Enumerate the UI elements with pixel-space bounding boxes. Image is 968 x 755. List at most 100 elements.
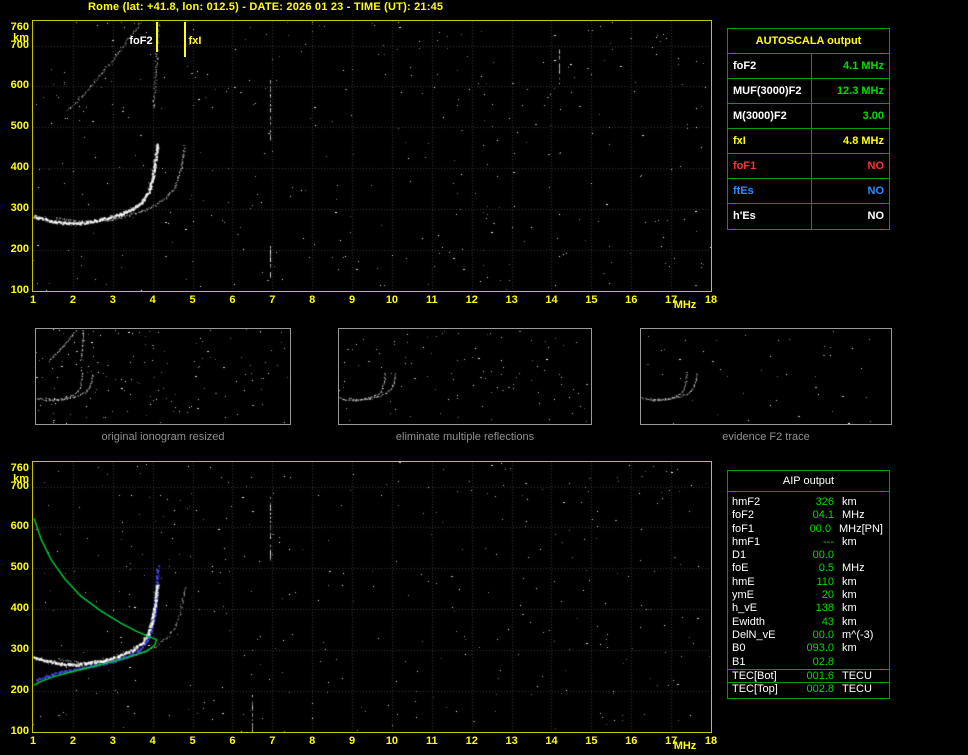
- x-axis-unit-label: MHz: [673, 299, 697, 311]
- x-axis-tick-label: 9: [348, 735, 356, 747]
- y-axis-tick-label: 500: [10, 120, 29, 133]
- param-label: B0: [732, 642, 746, 655]
- param-unit: km: [842, 535, 857, 548]
- thumbnail-eliminate-canvas: [339, 329, 591, 424]
- param-label: M(3000)F2: [728, 104, 812, 128]
- param-note: [883, 589, 885, 602]
- x-axis-tick-label: 2: [69, 294, 76, 306]
- aip-row-tec-top: TEC[Top] 002.8 TECU: [728, 682, 889, 695]
- x-axis-tick-label: 6: [229, 735, 236, 747]
- x-axis-tick-label: 5: [189, 735, 196, 747]
- param-value: 00.0: [812, 628, 834, 641]
- bottom-profile-canvas: [33, 462, 711, 732]
- param-note: [883, 642, 885, 655]
- param-value: 00.0: [812, 549, 834, 562]
- param-unit: m^(-3): [842, 628, 874, 641]
- param-unit: km: [842, 589, 857, 602]
- param-label: TEC[Top]: [732, 683, 778, 696]
- param-note: [883, 562, 885, 575]
- x-axis-tick-label: 1: [29, 735, 37, 747]
- param-value: 001.6: [806, 669, 834, 682]
- param-note: [PN]: [861, 522, 883, 535]
- x-axis-tick-label: 7: [269, 735, 276, 747]
- aip-rows: hmF2 326 km foF2 04.1 MHz foF1 00.0 MHz [PN] hm…: [728, 492, 889, 698]
- param-note: [883, 509, 885, 522]
- param-unit: km: [842, 602, 857, 615]
- aip-row-delnve: DelN_vE 00.0 m^(-3): [728, 629, 889, 642]
- autoscala-row-fxi: fxI 4.8 MHz: [728, 129, 889, 154]
- top-ionogram-canvas: [33, 21, 711, 291]
- thumbnail-caption: eliminate multiple reflections: [395, 431, 535, 443]
- thumbnail-evidence-f2: [640, 328, 892, 425]
- param-label: MUF(3000)F2: [728, 79, 812, 103]
- param-note: [883, 496, 885, 509]
- y-axis-unit-label: km: [13, 473, 29, 485]
- y-axis-tick-label: 300: [10, 643, 29, 656]
- x-axis-tick-label: 14: [545, 294, 558, 306]
- x-axis-tick-label: 18: [704, 735, 718, 747]
- aip-row-hmf2: hmF2 326 km: [728, 496, 889, 509]
- param-value: 3.00: [862, 110, 884, 122]
- param-value: 093.0: [806, 642, 834, 655]
- x-axis-tick-label: 10: [385, 294, 399, 306]
- aip-row-hve: h_vE 138 km: [728, 602, 889, 615]
- param-label: foF2: [732, 509, 755, 522]
- x-axis-tick-label: 8: [309, 735, 316, 747]
- param-value: 110: [816, 575, 834, 588]
- param-label: foF1: [732, 522, 755, 535]
- param-note: [883, 536, 885, 549]
- param-value: NO: [867, 185, 885, 197]
- x-axis-tick-label: 16: [625, 294, 638, 306]
- param-note: [883, 549, 885, 562]
- param-note: [883, 629, 885, 642]
- thumbnail-evidence-canvas: [641, 329, 891, 424]
- param-value: NO: [867, 210, 885, 222]
- param-label: ftEs: [728, 179, 812, 203]
- param-unit: TECU: [842, 669, 872, 682]
- thumbnail-caption: evidence F2 trace: [722, 431, 810, 443]
- aip-row-hme: hmE 110 km: [728, 576, 889, 589]
- x-axis-tick-label: 18: [704, 294, 718, 306]
- param-label: D1: [732, 549, 747, 562]
- param-label: DelN_vE: [732, 628, 776, 641]
- x-axis-tick-label: 9: [348, 294, 356, 306]
- param-label: TEC[Bot]: [732, 669, 777, 682]
- x-axis-tick-label: 2: [69, 735, 76, 747]
- param-label: ymE: [732, 589, 754, 602]
- param-label: foF2: [728, 54, 812, 78]
- x-axis-tick-label: 12: [465, 735, 478, 747]
- aip-row-d1: D1 00.0: [728, 549, 889, 562]
- param-label: B1: [732, 655, 746, 668]
- param-unit: MHz: [842, 562, 865, 575]
- y-axis-tick-label: 400: [10, 602, 29, 615]
- y-axis-tick-label: 400: [10, 161, 29, 174]
- param-label: foE: [732, 562, 749, 575]
- x-axis-tick-label: 8: [309, 294, 316, 306]
- param-note: [883, 602, 885, 615]
- aip-output-panel: AIP output hmF2 326 km foF2 04.1 MHz foF1 00.…: [727, 470, 890, 700]
- marker-label-fof2: foF2: [129, 35, 153, 47]
- autoscala-panel-title: AUTOSCALA output: [728, 29, 889, 54]
- param-note: [883, 670, 885, 682]
- param-value: 20: [821, 589, 834, 602]
- thumbnail-original-canvas: [36, 329, 290, 424]
- bottom-profile-plot: [32, 461, 712, 733]
- y-axis-tick-label: 600: [10, 79, 29, 92]
- aip-row-hmf1: hmF1 --- km: [728, 536, 889, 549]
- x-axis-tick-label: 13: [505, 294, 518, 306]
- param-value: 02.8: [812, 655, 834, 668]
- autoscala-row-fof1: foF1 NO: [728, 154, 889, 179]
- aip-row-tec-bot: TEC[Bot] 001.6 TECU: [728, 668, 889, 682]
- aip-panel-title: AIP output: [728, 471, 889, 492]
- x-axis-tick-label: 15: [585, 735, 598, 747]
- marker-line-fof2: [155, 22, 158, 52]
- aip-row-b1: B1 02.8: [728, 656, 889, 669]
- y-axis-unit-label: km: [13, 32, 29, 44]
- param-value: 4.1 MHz: [843, 60, 884, 72]
- param-value: 002.8: [806, 683, 834, 696]
- aip-row-yme: ymE 20 km: [728, 589, 889, 602]
- station-date-time-title: Rome (lat: +41.8, lon: 012.5) - DATE: 20…: [88, 1, 444, 13]
- y-axis-tick-label: 300: [10, 202, 29, 215]
- x-axis-tick-label: 3: [109, 735, 116, 747]
- aip-row-ewidth: Ewidth 43 km: [728, 616, 889, 629]
